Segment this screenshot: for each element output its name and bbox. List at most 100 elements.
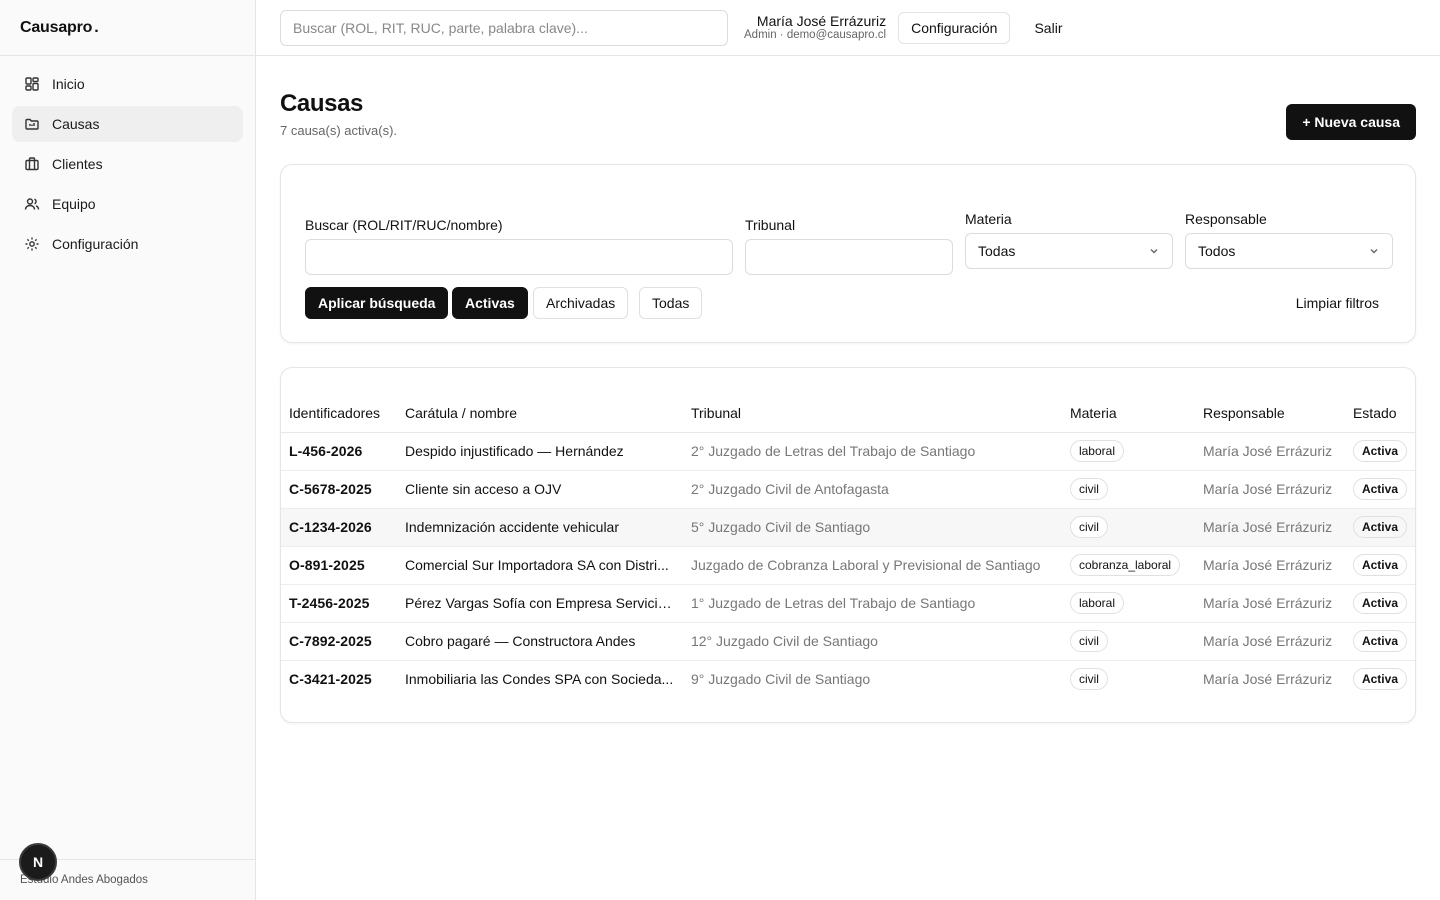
topbar: María José Errázuriz Admin · demo@causap… bbox=[256, 0, 1440, 56]
status-badge: Activa bbox=[1352, 630, 1407, 652]
settings-button[interactable]: Configuración bbox=[898, 11, 1011, 44]
brand-name: Causapro bbox=[20, 18, 93, 36]
users-icon bbox=[24, 196, 40, 212]
status-badge: Activa bbox=[1352, 592, 1407, 614]
case-materia-cell: laboral bbox=[1061, 584, 1195, 623]
case-tribunal: 12° Juzgado Civil de Santiago bbox=[682, 622, 1062, 661]
case-estado-cell: Activa bbox=[1345, 660, 1415, 698]
case-materia-cell: civil bbox=[1061, 622, 1195, 661]
materia-badge: laboral bbox=[1069, 592, 1124, 614]
case-responsable: María José Errázuriz bbox=[1194, 546, 1345, 585]
dev-tools-badge[interactable]: N bbox=[19, 843, 57, 881]
case-estado-cell: Activa bbox=[1344, 622, 1415, 661]
case-name: Despido injustificado — Hernández bbox=[396, 432, 683, 471]
new-case-button[interactable]: + Nueva causa bbox=[1286, 104, 1416, 140]
table-row[interactable]: C-3421-2025 Inmobiliaria las Condes SPA … bbox=[281, 660, 1415, 698]
table-row[interactable]: L-456-2026 Despido injustificado — Herná… bbox=[281, 432, 1415, 471]
filter-todas-button[interactable]: Todas bbox=[639, 287, 703, 319]
materia-badge: civil bbox=[1069, 630, 1108, 652]
case-name: Comercial Sur Importadora SA con Distri.… bbox=[396, 546, 683, 585]
case-id: C-5678-2025 bbox=[281, 470, 397, 509]
status-badge: Activa bbox=[1352, 554, 1407, 576]
case-estado-cell: Activa bbox=[1344, 546, 1415, 585]
sidebar-item-configuracion[interactable]: Configuración bbox=[12, 226, 243, 262]
case-tribunal: 9° Juzgado Civil de Santiago bbox=[690, 671, 871, 688]
case-estado-cell: Activa bbox=[1344, 584, 1415, 623]
chevron-down-icon bbox=[1370, 249, 1378, 254]
filter-activas-button[interactable]: Activas bbox=[452, 287, 528, 319]
case-name: Cliente sin acceso a OJV bbox=[396, 470, 683, 509]
table-row[interactable]: C-1234-2026 Indemnización accidente vehi… bbox=[281, 508, 1415, 547]
sidebar-item-label: Clientes bbox=[52, 156, 103, 172]
page-subtitle: 7 causa(s) activa(s). bbox=[280, 123, 398, 138]
case-responsable: María José Errázuriz bbox=[1194, 584, 1345, 623]
sidebar-item-clientes[interactable]: Clientes bbox=[12, 146, 243, 182]
case-materia-cell: laboral bbox=[1061, 432, 1195, 471]
sidebar-item-label: Equipo bbox=[52, 196, 96, 212]
case-materia-cell: civil bbox=[1062, 660, 1195, 698]
tribunal-input[interactable] bbox=[745, 239, 953, 275]
case-estado-cell: Activa bbox=[1344, 508, 1415, 547]
column-header-identificadores[interactable]: Identificadores bbox=[281, 394, 397, 433]
case-estado-cell: Activa bbox=[1344, 432, 1415, 471]
case-tribunal: 5° Juzgado Civil de Santiago bbox=[682, 508, 1062, 547]
briefcase-icon bbox=[24, 156, 40, 172]
main-content: Causas 7 causa(s) activa(s). + Nueva cau… bbox=[280, 56, 1416, 723]
cases-table-card: Identificadores Carátula / nombre Tribun… bbox=[280, 367, 1416, 723]
search-field-label: Buscar (ROL/RIT/RUC/nombre) bbox=[305, 217, 503, 233]
responsable-select[interactable]: Todos bbox=[1185, 233, 1393, 269]
sidebar: Causapro. Inicio Causas Clientes Equipo bbox=[0, 0, 256, 900]
materia-select[interactable]: Todas bbox=[965, 233, 1173, 269]
materia-badge: civil bbox=[1069, 668, 1108, 691]
sidebar-item-causas[interactable]: Causas bbox=[12, 106, 243, 142]
column-header-caratula[interactable]: Carátula / nombre bbox=[396, 394, 683, 433]
table-row[interactable]: C-7892-2025 Cobro pagaré — Constructora … bbox=[281, 622, 1415, 661]
materia-badge: cobranza_laboral bbox=[1069, 554, 1181, 576]
responsable-selected-value: Todos bbox=[1198, 243, 1236, 259]
column-header-materia[interactable]: Materia bbox=[1061, 394, 1195, 433]
table-header-row: Identificadores Carátula / nombre Tribun… bbox=[281, 394, 1415, 433]
responsable-field-label: Responsable bbox=[1185, 211, 1267, 227]
case-name: Cobro pagaré — Constructora Andes bbox=[396, 622, 683, 661]
materia-badge: civil bbox=[1069, 478, 1108, 500]
filter-archivadas-button[interactable]: Archivadas bbox=[533, 287, 629, 319]
gear-icon bbox=[24, 236, 40, 252]
case-responsable: María José Errázuriz bbox=[1194, 432, 1345, 471]
sidebar-item-label: Inicio bbox=[52, 76, 85, 92]
sidebar-item-equipo[interactable]: Equipo bbox=[12, 186, 243, 222]
dashboard-grid-icon bbox=[24, 76, 40, 92]
brand-dot: . bbox=[94, 18, 99, 36]
case-id: L-456-2026 bbox=[281, 432, 397, 471]
table-row[interactable]: O-891-2025 Comercial Sur Importadora SA … bbox=[281, 546, 1415, 585]
materia-field-label: Materia bbox=[965, 211, 1012, 227]
status-badge: Activa bbox=[1352, 516, 1407, 538]
case-name: Pérez Vargas Sofía con Empresa Servicio.… bbox=[396, 584, 683, 623]
case-search-input[interactable] bbox=[305, 239, 733, 275]
case-materia-cell: civil bbox=[1061, 508, 1195, 547]
sidebar-item-inicio[interactable]: Inicio bbox=[12, 66, 243, 102]
logout-button[interactable]: Salir bbox=[1022, 12, 1074, 44]
column-header-estado[interactable]: Estado bbox=[1344, 394, 1415, 433]
case-estado-cell: Activa bbox=[1344, 470, 1415, 509]
global-search-input[interactable] bbox=[280, 9, 728, 46]
user-info: María José Errázuriz Admin · demo@causap… bbox=[744, 13, 886, 42]
table-row[interactable]: T-2456-2025 Pérez Vargas Sofía con Empre… bbox=[281, 584, 1415, 623]
apply-search-button[interactable]: Aplicar búsqueda bbox=[305, 287, 449, 319]
case-name: Inmobiliaria las Condes SPA con Socieda.… bbox=[404, 671, 674, 688]
cases-table: Identificadores Carátula / nombre Tribun… bbox=[281, 394, 1415, 698]
user-name: María José Errázuriz bbox=[756, 12, 887, 29]
case-responsable: María José Errázuriz bbox=[1202, 671, 1333, 688]
case-tribunal: 1° Juzgado de Letras del Trabajo de Sant… bbox=[682, 584, 1062, 623]
case-name: Indemnización accidente vehicular bbox=[396, 508, 683, 547]
folder-icon bbox=[24, 116, 40, 132]
column-header-responsable[interactable]: Responsable bbox=[1194, 394, 1345, 433]
case-responsable: María José Errázuriz bbox=[1194, 470, 1345, 509]
brand-logo[interactable]: Causapro. bbox=[0, 0, 255, 56]
column-header-tribunal[interactable]: Tribunal bbox=[682, 394, 1062, 433]
table-row[interactable]: C-5678-2025 Cliente sin acceso a OJV 2° … bbox=[281, 470, 1415, 509]
case-materia-cell: cobranza_laboral bbox=[1061, 546, 1195, 585]
filters-panel: Buscar (ROL/RIT/RUC/nombre) Tribunal Mat… bbox=[280, 164, 1416, 343]
clear-filters-button[interactable]: Limpiar filtros bbox=[1284, 287, 1391, 319]
case-tribunal: 2° Juzgado de Letras del Trabajo de Sant… bbox=[682, 432, 1062, 471]
sidebar-item-label: Causas bbox=[52, 116, 100, 132]
